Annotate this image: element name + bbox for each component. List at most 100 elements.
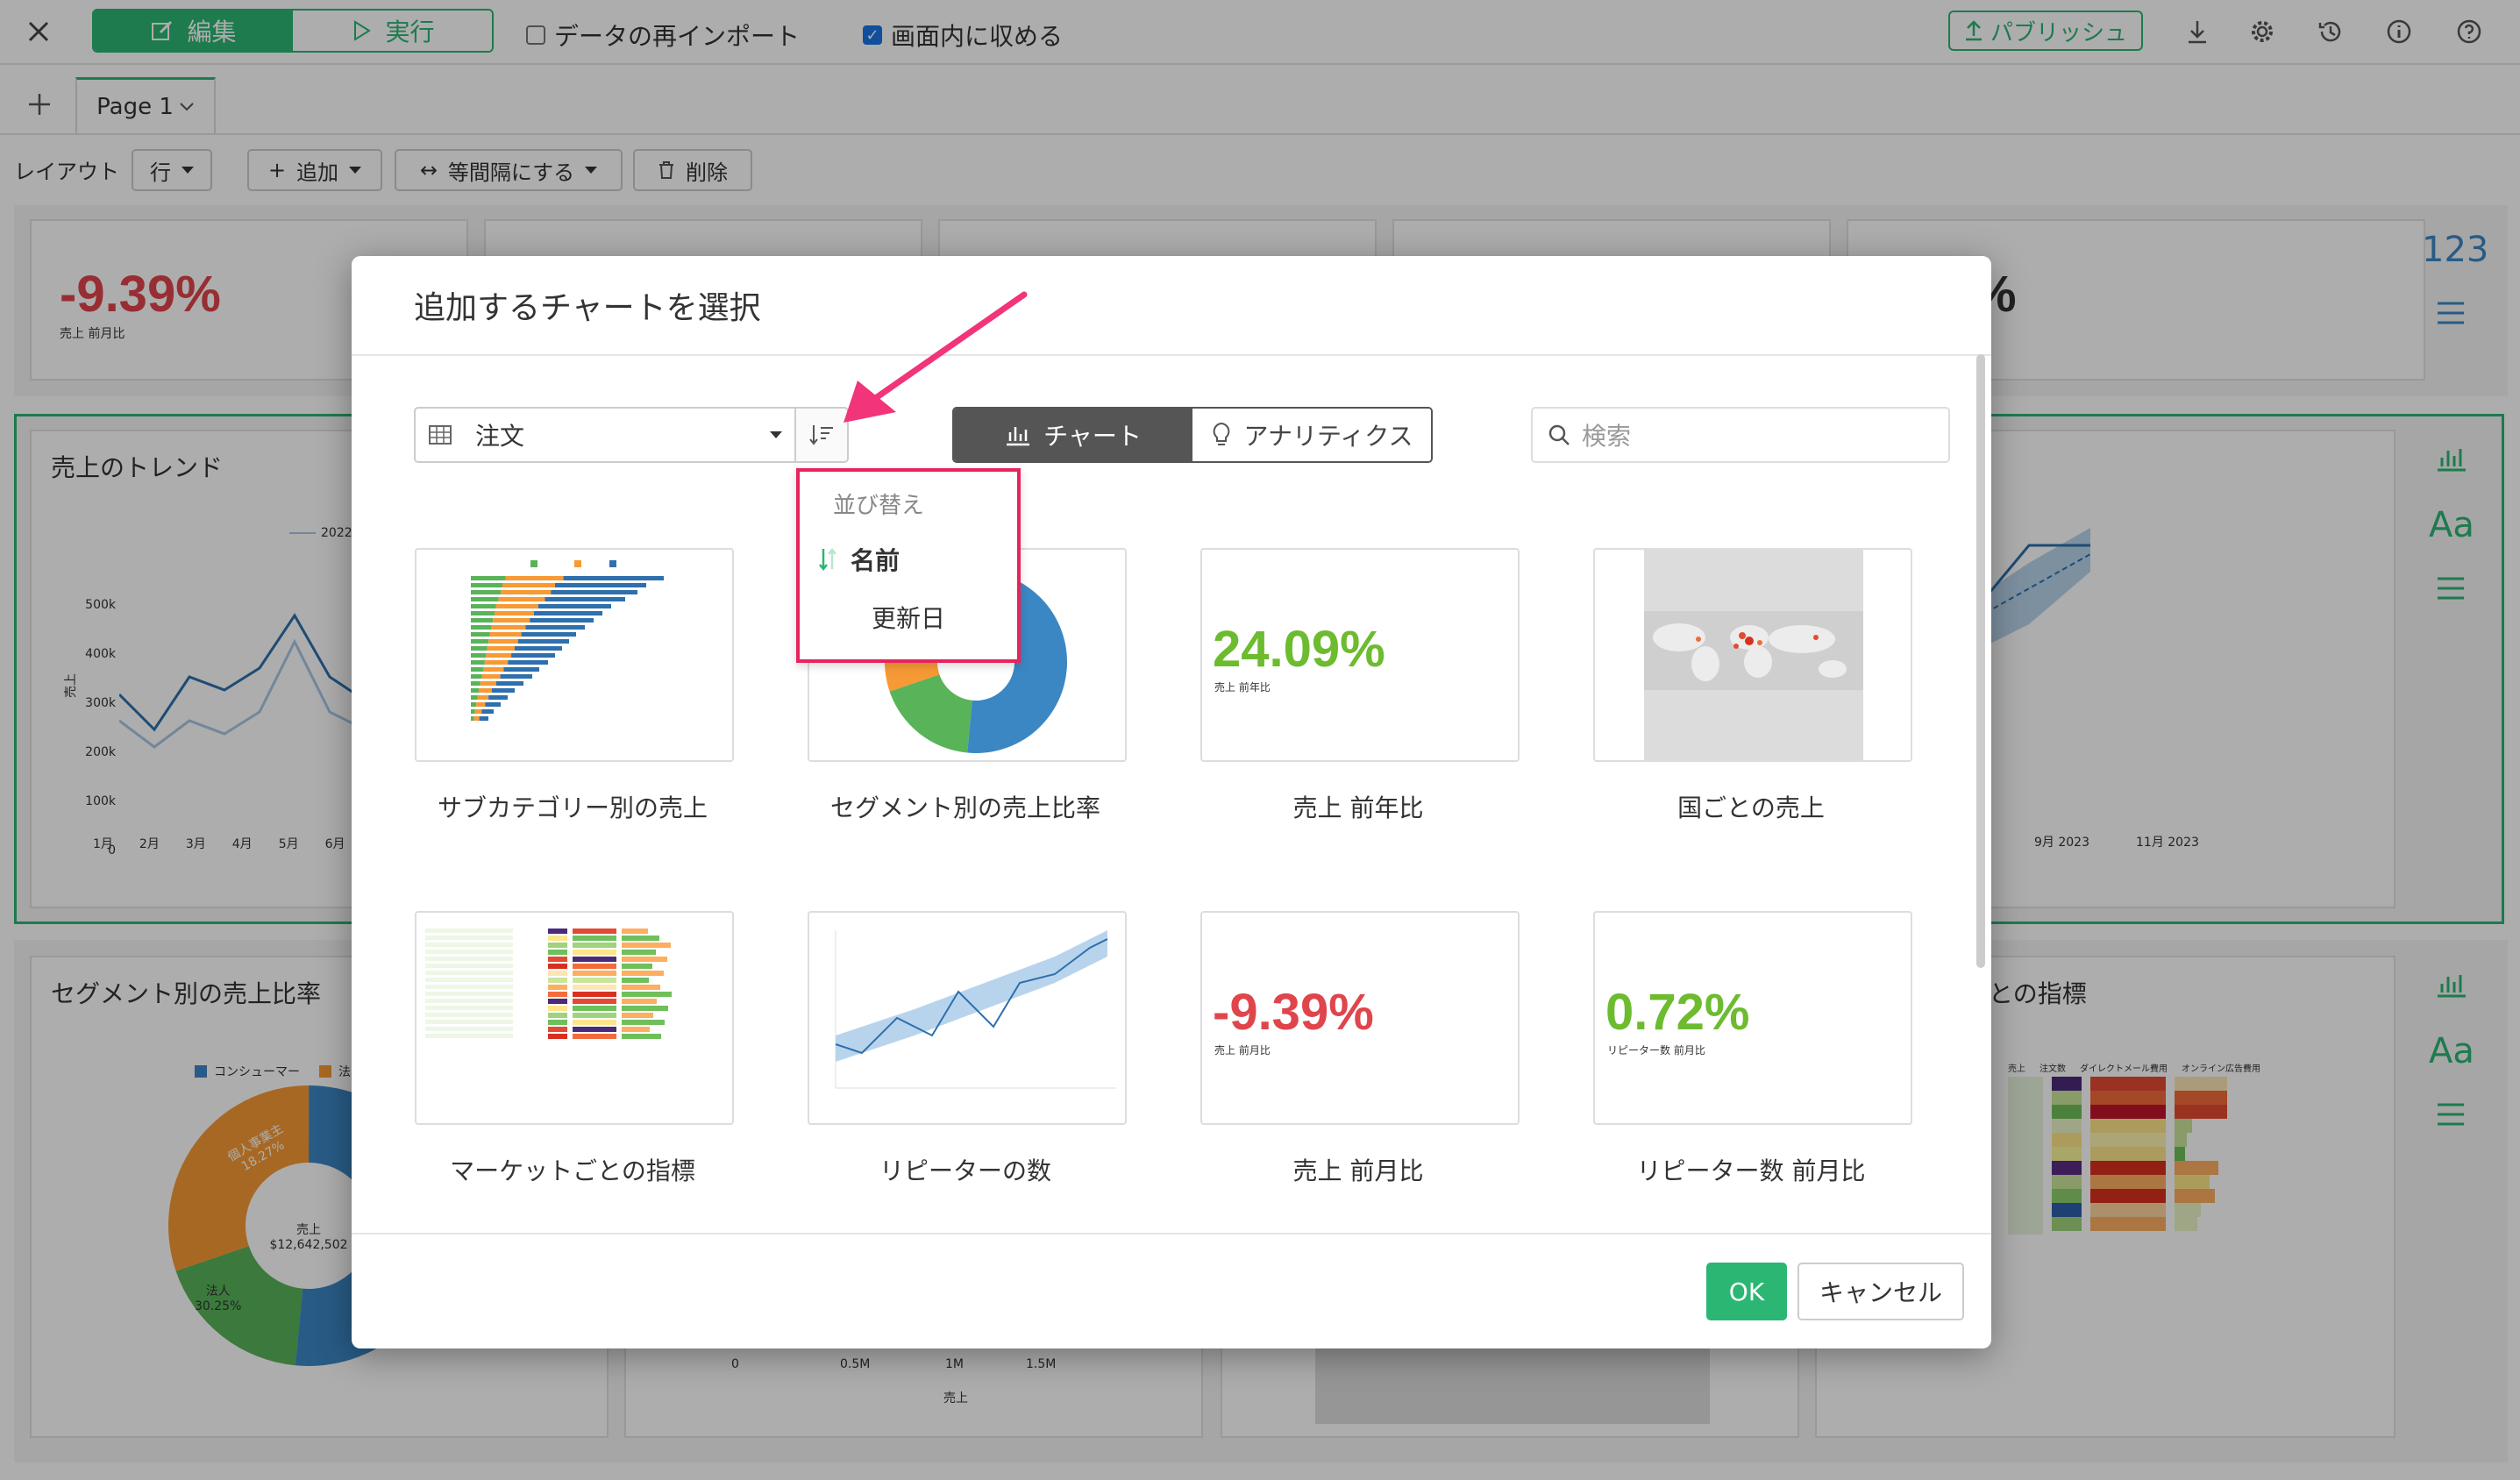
cancel-button[interactable]: キャンセル (1797, 1263, 1964, 1320)
bar-segment (505, 576, 564, 580)
subcategory-bar-thumbnail (471, 560, 664, 721)
table-cell (548, 929, 567, 934)
tile-label: リピーター数 前月比 (1636, 1156, 1866, 1185)
bar-segment (503, 667, 539, 672)
table-cell (573, 1013, 616, 1018)
tile-kpi-value: -9.39% (1213, 984, 1374, 1041)
table-cell (573, 957, 616, 962)
table-cell (548, 943, 567, 948)
table-cell (425, 971, 513, 975)
bar-segment (483, 667, 504, 672)
bar-segment (471, 695, 478, 700)
table-cell (548, 1020, 567, 1025)
tile-thumbnail-mom[interactable]: -9.39% 売上 前月比 (1200, 911, 1520, 1125)
tile-kpi-value: 0.72% (1605, 984, 1750, 1041)
bar-segment (563, 576, 664, 580)
bar-segment (481, 709, 494, 714)
tile-thumbnail-yoy[interactable]: 24.09% 売上 前年比 (1200, 548, 1520, 762)
bar-segment (471, 716, 474, 721)
lightbulb-icon (1211, 422, 1232, 448)
bar-segment (471, 681, 481, 686)
bar-segment (476, 702, 486, 707)
bar-segment (471, 632, 490, 637)
bar-segment (471, 709, 475, 714)
table-icon (428, 424, 452, 445)
dialog-title: 追加するチャートを選択 (414, 290, 761, 326)
table-cell (548, 999, 567, 1004)
tile-kpi-value: 24.09% (1213, 621, 1385, 678)
sort-icon (808, 423, 835, 447)
market-table-thumbnail (425, 929, 672, 1039)
bar-segment (500, 674, 532, 679)
bar-segment (521, 632, 576, 637)
bar-segment (479, 716, 488, 721)
legend-swatch (574, 560, 581, 567)
analytics-type-tab[interactable]: アナリティクス (1192, 409, 1431, 461)
tile-thumbnail-market[interactable] (415, 911, 734, 1125)
table-cell (425, 1034, 513, 1038)
sort-dropdown-menu: 並び替え 名前 更新日 (796, 468, 1021, 663)
bar-segment (471, 653, 487, 658)
sort-direction-icon (817, 546, 838, 573)
table-cell (573, 1027, 616, 1032)
bar-segment (501, 590, 552, 594)
table-cell (548, 936, 567, 941)
table-cell (425, 1027, 513, 1031)
ok-button[interactable]: OK (1706, 1263, 1787, 1320)
sort-menu-header: 並び替え (833, 493, 925, 519)
bar-segment (471, 625, 492, 630)
bar-segment (555, 583, 646, 587)
bar-segment (471, 618, 494, 623)
bar-segment (517, 639, 569, 644)
data-source-label: 注文 (475, 422, 525, 451)
table-cell (548, 950, 567, 955)
table-cell (548, 992, 567, 997)
legend-swatch (530, 560, 537, 567)
tile-label: 国ごとの売上 (1677, 793, 1825, 822)
chart-type-label: チャート (1043, 422, 1142, 451)
tile-thumbnail-subcategory[interactable] (415, 548, 734, 762)
tile-thumbnail-repeater-mom[interactable]: 0.72% リピーター数 前月比 (1593, 911, 1912, 1125)
bar-segment (511, 653, 555, 658)
bar-segment (551, 590, 637, 594)
table-cell (622, 978, 649, 983)
bar-segment (471, 674, 482, 679)
dialog-scrollbar[interactable] (1976, 354, 1985, 968)
data-source-select[interactable]: 注文 (414, 407, 796, 463)
table-cell (622, 1027, 650, 1032)
sort-option-date[interactable]: 更新日 (872, 600, 945, 635)
bar-segment (545, 597, 625, 601)
bar-segment (471, 646, 488, 651)
table-cell (425, 950, 513, 954)
search-input[interactable]: 検索 (1531, 407, 1950, 463)
table-cell (548, 1034, 567, 1039)
bar-segment (486, 653, 512, 658)
bar-segment (471, 590, 502, 594)
tile-thumbnail-repeater[interactable] (808, 911, 1127, 1125)
table-cell (548, 1006, 567, 1011)
table-cell (425, 957, 513, 961)
analytics-type-label: アナリティクス (1243, 422, 1413, 451)
table-cell (622, 1006, 668, 1011)
bar-segment (471, 597, 499, 601)
bar-segment (487, 646, 515, 651)
table-cell (573, 1034, 616, 1039)
tile-label: サブカテゴリー別の売上 (437, 793, 708, 822)
caret-down-icon (770, 431, 782, 438)
search-placeholder: 検索 (1582, 422, 1632, 451)
table-cell (622, 971, 664, 976)
table-cell (573, 992, 616, 997)
table-cell (425, 978, 513, 982)
table-cell (425, 1020, 513, 1024)
tile-label: 売上 前月比 (1292, 1156, 1424, 1185)
bar-segment (488, 639, 518, 644)
bar-segment (495, 604, 538, 608)
bar-segment (471, 611, 495, 615)
annotation-arrow (844, 291, 1028, 423)
table-cell (622, 929, 648, 934)
table-cell (622, 1013, 653, 1018)
sort-option-name[interactable]: 名前 (817, 542, 900, 577)
table-cell (548, 985, 567, 990)
tile-thumbnail-country[interactable] (1593, 548, 1912, 762)
dialog-divider (352, 354, 1991, 356)
